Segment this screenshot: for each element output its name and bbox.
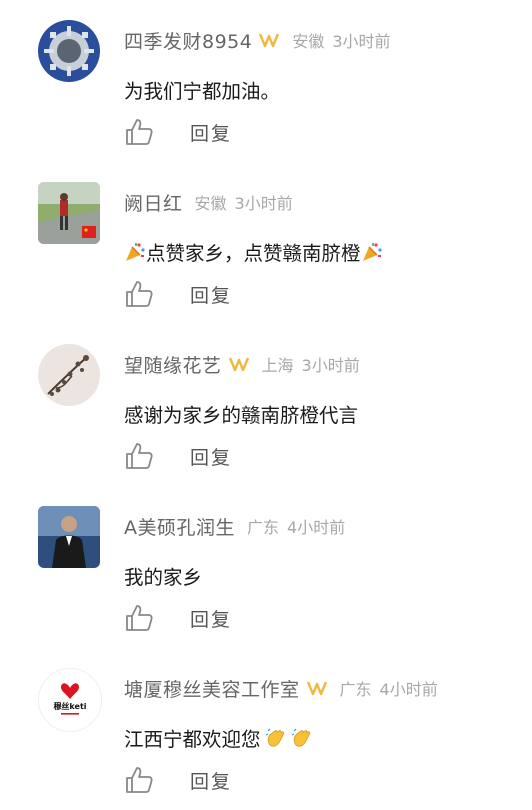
comment-item: 四季发财8954 安徽 3小时前 为我们宁都加油。 回复 [0, 0, 532, 162]
username[interactable]: 望随缘花艺 [124, 351, 222, 378]
timestamp: 4小时前 [379, 680, 438, 699]
comment-actions: 回复 [124, 603, 232, 633]
avatar[interactable] [38, 344, 100, 406]
username[interactable]: A美硕孔润生 [124, 513, 235, 540]
avatar[interactable] [38, 20, 100, 82]
comment-text-body: 点赞家乡，点赞赣南脐橙 [146, 242, 361, 265]
like-icon[interactable] [124, 442, 154, 470]
location: 上海 [261, 356, 294, 375]
reply-button[interactable]: 回复 [190, 119, 232, 146]
party-popper-icon [126, 242, 145, 261]
comment-meta: 塘厦穆丝美容工作室 广东 4小时前 [124, 674, 438, 702]
comment-text: 为我们宁都加油。 [124, 75, 280, 104]
avatar[interactable] [38, 506, 100, 568]
vip-badge-icon [306, 681, 327, 696]
logo-text: 穆丝keti [53, 701, 86, 711]
comment-text: 感谢为家乡的赣南脐橙代言 [124, 399, 358, 428]
comment-text: 江西宁都欢迎您 [124, 723, 313, 752]
username[interactable]: 四季发财8954 [124, 27, 252, 54]
comment-text: 点赞家乡，点赞赣南脐橙 [124, 237, 383, 266]
location: 广东 [247, 518, 280, 537]
username[interactable]: 阙日红 [124, 189, 183, 216]
comment-text-body: 感谢为家乡的赣南脐橙代言 [124, 404, 359, 427]
comment-text-body: 为我们宁都加油。 [124, 80, 281, 103]
username[interactable]: 塘厦穆丝美容工作室 [124, 675, 300, 702]
location: 广东 [339, 680, 372, 699]
comment-text-body: 我的家乡 [124, 566, 203, 589]
reply-button[interactable]: 回复 [190, 443, 232, 470]
comment-meta: 望随缘花艺 上海 3小时前 [124, 350, 360, 378]
timestamp: 3小时前 [301, 356, 360, 375]
like-icon[interactable] [124, 280, 154, 308]
timestamp: 3小时前 [234, 194, 293, 213]
clapping-hands-icon [291, 728, 310, 747]
timestamp: 3小时前 [332, 32, 391, 51]
comment-actions: 回复 [124, 765, 232, 795]
like-icon[interactable] [124, 766, 154, 794]
avatar[interactable] [38, 182, 100, 244]
comment-meta: 阙日红 安徽 3小时前 [124, 188, 293, 216]
like-icon[interactable] [124, 118, 154, 146]
party-popper-icon [362, 242, 382, 261]
comment-text: 我的家乡 [124, 561, 202, 590]
comment-actions: 回复 [124, 279, 232, 309]
reply-button[interactable]: 回复 [190, 605, 232, 632]
comment-meta: 四季发财8954 安徽 3小时前 [124, 26, 391, 54]
comment-item: A美硕孔润生 广东 4小时前 我的家乡 回复 [0, 486, 532, 648]
comment-item: 望随缘花艺 上海 3小时前 感谢为家乡的赣南脐橙代言 回复 [0, 324, 532, 486]
location: 安徽 [292, 32, 325, 51]
reply-button[interactable]: 回复 [190, 767, 232, 794]
timestamp: 4小时前 [287, 518, 346, 537]
location: 安徽 [194, 194, 227, 213]
avatar[interactable]: 穆丝keti [38, 668, 102, 732]
clapping-hands-icon [265, 728, 284, 747]
comment-item: 阙日红 安徽 3小时前 点赞家乡，点赞赣南脐橙 回复 [0, 162, 532, 324]
vip-badge-icon [228, 357, 249, 372]
comment-meta: A美硕孔润生 广东 4小时前 [124, 512, 345, 540]
comment-actions: 回复 [124, 441, 232, 471]
comment-actions: 回复 [124, 117, 232, 147]
comment-item: 穆丝keti 塘厦穆丝美容工作室 广东 4小时前 江西宁都欢迎您 回复 [0, 648, 532, 810]
reply-button[interactable]: 回复 [190, 281, 232, 308]
comment-text-body: 江西宁都欢迎您 [124, 728, 261, 751]
vip-badge-icon [259, 33, 280, 48]
like-icon[interactable] [124, 604, 154, 632]
